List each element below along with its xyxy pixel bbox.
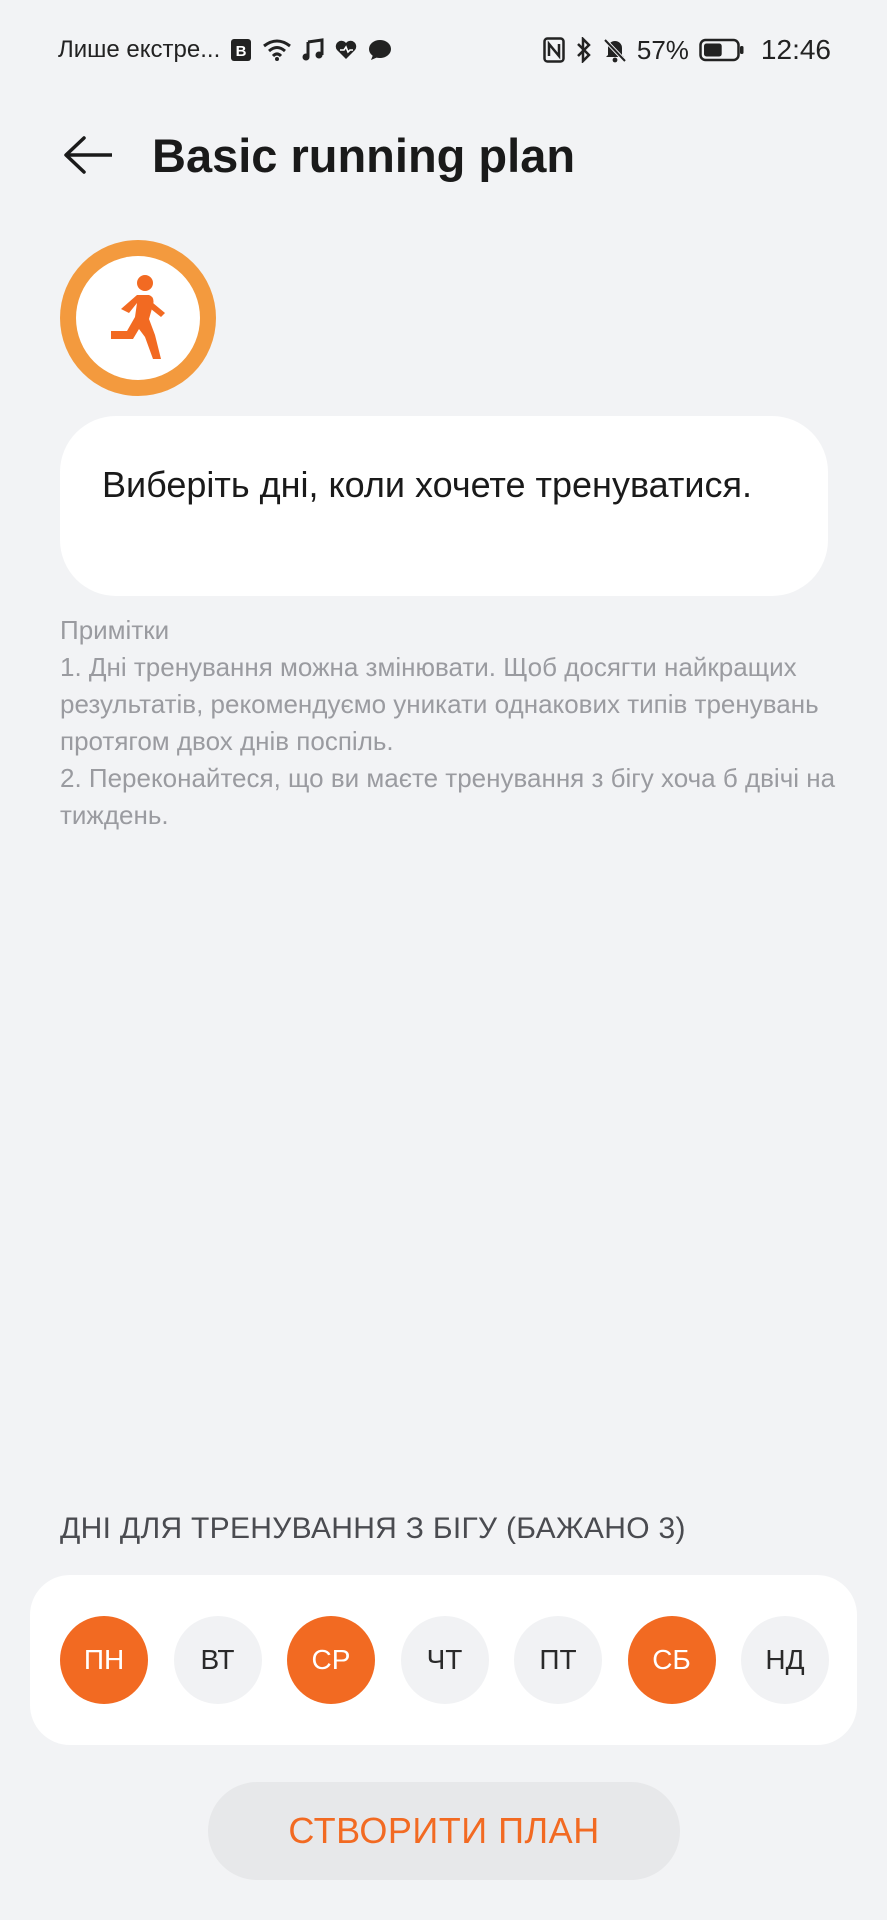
battery-percent: 57% xyxy=(636,34,689,65)
prompt-card: Виберіть дні, коли хочете тренуватися. xyxy=(60,416,828,596)
clock: 12:46 xyxy=(760,34,831,65)
status-left: Лише екстре... B xyxy=(58,36,392,64)
wifi-icon xyxy=(262,38,292,62)
battery-icon xyxy=(699,38,745,62)
day-toggle-thu[interactable]: ЧТ xyxy=(400,1616,489,1704)
page-title: Basic running plan xyxy=(152,128,576,182)
running-person-icon xyxy=(103,273,173,363)
music-icon xyxy=(302,38,324,62)
prompt-text: Виберіть дні, коли хочете тренуватися. xyxy=(102,464,752,505)
svg-text:B: B xyxy=(236,43,247,60)
day-toggle-sat[interactable]: СБ xyxy=(627,1616,716,1704)
notes-title: Примітки xyxy=(60,615,170,645)
notes-section: Примітки 1. Дні тренування можна змінюва… xyxy=(60,612,840,834)
notification-b-icon: B xyxy=(230,38,252,62)
screen: Лише екстре... B 57% 12:46 Basic running… xyxy=(0,0,887,1920)
days-selector: ПН ВТ СР ЧТ ПТ СБ НД xyxy=(30,1575,857,1745)
mute-icon xyxy=(603,37,627,63)
day-toggle-tue[interactable]: ВТ xyxy=(173,1616,262,1704)
day-toggle-mon[interactable]: ПН xyxy=(60,1616,148,1704)
running-badge-inner xyxy=(76,256,200,380)
day-toggle-sun[interactable]: НД xyxy=(741,1616,829,1704)
running-badge xyxy=(60,240,216,396)
status-bar: Лише екстре... B 57% 12:46 xyxy=(0,0,887,100)
create-plan-button[interactable]: СТВОРИТИ ПЛАН xyxy=(208,1782,680,1880)
note-item-2: 2. Переконайтеся, що ви маєте тренування… xyxy=(60,763,836,830)
nfc-icon xyxy=(543,37,565,63)
day-toggle-wed[interactable]: СР xyxy=(287,1616,375,1704)
note-item-1: 1. Дні тренування можна змінювати. Щоб д… xyxy=(60,652,819,756)
carrier-label: Лише екстре... xyxy=(58,36,221,63)
heart-icon xyxy=(334,39,358,61)
days-heading: ДНІ ДЛЯ ТРЕНУВАННЯ З БІГУ (БАЖАНО 3) xyxy=(60,1512,686,1545)
message-icon xyxy=(368,39,392,61)
back-arrow-icon xyxy=(62,135,114,175)
header: Basic running plan xyxy=(0,110,887,200)
day-toggle-fri[interactable]: ПТ xyxy=(514,1616,602,1704)
bluetooth-icon xyxy=(575,37,593,63)
status-right: 57% 12:46 xyxy=(543,34,831,66)
back-button[interactable] xyxy=(60,127,116,183)
